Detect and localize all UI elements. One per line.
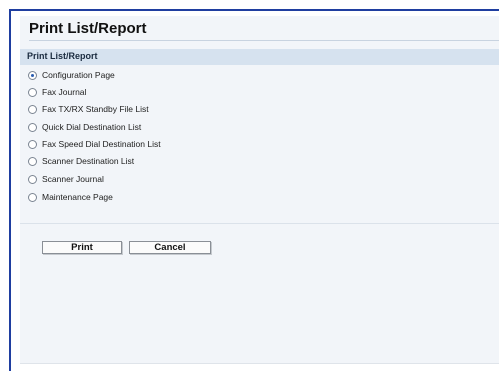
option-fax-txrx-standby-file-list[interactable]: Fax TX/RX Standby File List: [28, 103, 149, 115]
content-panel: Print List/Report Print List/Report Conf…: [20, 16, 499, 364]
window-frame-left: [9, 9, 11, 371]
option-label: Fax TX/RX Standby File List: [42, 104, 149, 114]
option-label: Fax Journal: [42, 87, 87, 97]
option-label: Fax Speed Dial Destination List: [42, 139, 161, 149]
option-label: Configuration Page: [42, 70, 115, 80]
option-scanner-journal[interactable]: Scanner Journal: [28, 173, 104, 185]
page-title: Print List/Report: [29, 20, 147, 37]
option-quick-dial-destination-list[interactable]: Quick Dial Destination List: [28, 121, 141, 133]
section-header-label: Print List/Report: [27, 51, 98, 61]
print-button[interactable]: Print: [42, 241, 122, 254]
option-label: Scanner Destination List: [42, 156, 135, 166]
radio-button[interactable]: [28, 70, 37, 80]
radio-button[interactable]: [28, 192, 37, 202]
cancel-button[interactable]: Cancel: [129, 241, 211, 254]
form-divider: [20, 223, 499, 224]
option-label: Scanner Journal: [42, 174, 104, 184]
radio-button[interactable]: [28, 156, 37, 166]
option-scanner-destination-list[interactable]: Scanner Destination List: [28, 155, 134, 167]
radio-button[interactable]: [28, 174, 37, 184]
radio-button[interactable]: [28, 139, 37, 149]
window-frame-top: [9, 9, 499, 11]
option-fax-journal[interactable]: Fax Journal: [28, 86, 86, 98]
option-label: Quick Dial Destination List: [42, 122, 142, 132]
radio-button[interactable]: [28, 87, 37, 97]
option-configuration-page[interactable]: Configuration Page: [28, 69, 115, 81]
section-header: Print List/Report: [20, 49, 499, 65]
option-label: Maintenance Page: [42, 192, 113, 202]
radio-button[interactable]: [28, 122, 37, 132]
title-divider: [29, 40, 499, 41]
radio-button[interactable]: [28, 104, 37, 114]
option-fax-speed-dial-destination-list[interactable]: Fax Speed Dial Destination List: [28, 138, 161, 150]
option-maintenance-page[interactable]: Maintenance Page: [28, 191, 113, 203]
